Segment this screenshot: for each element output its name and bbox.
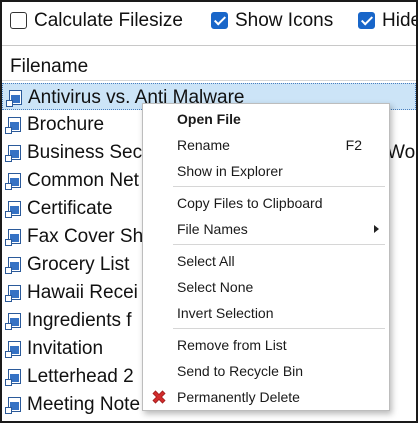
file-name: Grocery List [27,254,130,275]
document-shortcut-icon [5,201,21,218]
app-window: Calculate Filesize Show Icons Hide Filen… [0,0,418,423]
menu-item-label: Permanently Delete [177,389,300,405]
menu-item-copy-files[interactable]: Copy Files to Clipboard [144,191,388,215]
document-shortcut-icon [5,341,21,358]
show-icons-checkbox[interactable] [211,12,228,29]
menu-item-rename[interactable]: Rename F2 [144,133,388,157]
menu-item-label: Remove from List [177,337,287,353]
menu-item-label: Show in Explorer [177,163,283,179]
calculate-filesize-checkbox[interactable] [10,12,27,29]
options-bar: Calculate Filesize Show Icons Hide [2,2,416,46]
menu-separator [173,244,385,245]
document-shortcut-icon [5,285,21,302]
rename-shortcut: F2 [345,137,362,153]
file-name: Fax Cover Sh [27,226,144,247]
menu-separator [173,186,385,187]
menu-item-select-all[interactable]: Select All [144,249,388,273]
document-shortcut-icon [5,257,21,274]
menu-item-label: Select None [177,279,254,295]
menu-item-label: File Names [177,221,248,237]
menu-item-send-to-recycle-bin[interactable]: Send to Recycle Bin [144,359,388,383]
menu-separator [173,328,385,329]
chevron-right-icon [374,225,379,233]
list-header[interactable]: Filename [2,47,416,81]
document-shortcut-icon [6,90,22,107]
menu-item-invert-selection[interactable]: Invert Selection [144,301,388,325]
hide-label: Hide [382,10,418,31]
calculate-filesize-label: Calculate Filesize [34,10,183,31]
file-name: Invitation [27,338,104,359]
file-name: Business Sec [27,142,143,163]
menu-item-remove-from-list[interactable]: Remove from List [144,333,388,357]
menu-item-label: Open File [177,111,241,127]
menu-item-file-names[interactable]: File Names [144,217,388,241]
menu-item-label: Select All [177,253,235,269]
file-name: Hawaii Recei [27,282,138,303]
document-shortcut-icon [5,117,21,134]
document-shortcut-icon [5,313,21,330]
menu-item-label: Copy Files to Clipboard [177,195,323,211]
menu-item-select-none[interactable]: Select None [144,275,388,299]
menu-item-label: Send to Recycle Bin [177,363,304,379]
file-name: Ingredients f [27,310,132,331]
document-shortcut-icon [5,173,21,190]
document-shortcut-icon [5,229,21,246]
menu-item-label: Invert Selection [177,305,274,321]
filename-column-header[interactable]: Filename [10,56,88,78]
menu-item-permanently-delete[interactable]: Permanently Delete [144,385,388,409]
file-name: Common Net [27,170,139,191]
file-name: Brochure [27,114,105,135]
show-icons-label: Show Icons [235,10,334,31]
document-shortcut-icon [5,145,21,162]
context-menu: Open File Rename F2 Show in Explorer Cop… [142,103,390,411]
file-name: Meeting Note [27,394,141,415]
file-name-overflow: Work [387,142,416,163]
menu-item-open-file[interactable]: Open File [144,107,388,131]
hide-checkbox[interactable] [358,12,375,29]
document-shortcut-icon [5,369,21,386]
file-name: Certificate [27,198,113,219]
menu-item-show-in-explorer[interactable]: Show in Explorer [144,159,388,183]
menu-item-label: Rename [177,137,230,153]
red-x-icon [152,390,166,404]
file-name: Letterhead 2 [27,366,134,387]
document-shortcut-icon [5,397,21,414]
